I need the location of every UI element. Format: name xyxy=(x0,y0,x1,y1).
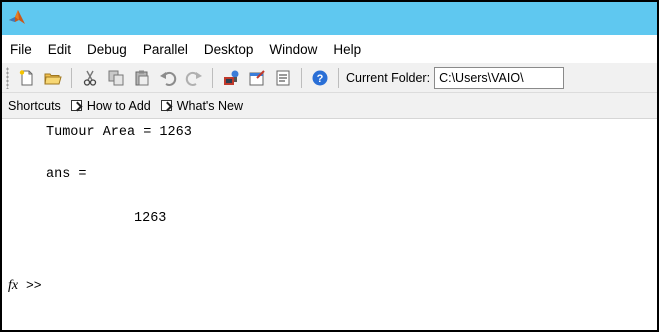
guide-icon xyxy=(249,69,265,85)
guide-button[interactable] xyxy=(246,67,268,89)
title-bar[interactable] xyxy=(2,2,657,35)
menu-file[interactable]: File xyxy=(6,42,40,57)
menu-desktop[interactable]: Desktop xyxy=(196,42,262,57)
redo-button[interactable] xyxy=(183,67,205,89)
menu-bar: File Edit Debug Parallel Desktop Window … xyxy=(2,35,657,63)
shortcuts-label: Shortcuts xyxy=(8,98,61,113)
cut-button[interactable] xyxy=(79,67,101,89)
toolbar-separator xyxy=(212,67,213,88)
help-button[interactable]: ? xyxy=(309,67,331,89)
simulink-icon xyxy=(224,70,239,85)
menu-help[interactable]: Help xyxy=(325,42,369,57)
toolbar-separator xyxy=(338,67,339,88)
copy-icon xyxy=(108,70,124,85)
console-output-value: 1263 xyxy=(134,211,167,226)
undo-icon xyxy=(160,71,177,86)
shortcuts-bar: Shortcuts How to Add What's New xyxy=(2,93,657,119)
menu-debug[interactable]: Debug xyxy=(79,42,135,57)
current-folder-field[interactable]: C:\Users\VAIO\ xyxy=(434,66,565,89)
whats-new-link[interactable]: What's New xyxy=(160,98,244,113)
profiler-button[interactable] xyxy=(272,67,294,89)
toolbar-separator xyxy=(301,67,302,88)
undo-button[interactable] xyxy=(157,67,179,89)
console-output-line: ans = xyxy=(46,167,87,182)
command-window[interactable]: Tumour Area = 1263 ans = 1263 fx >> xyxy=(2,119,657,330)
menu-window[interactable]: Window xyxy=(261,42,325,57)
scissors-icon xyxy=(83,70,97,86)
redo-icon xyxy=(185,71,202,86)
how-to-add-label: How to Add xyxy=(86,98,151,113)
console-output-line: Tumour Area = 1263 xyxy=(46,125,192,140)
new-file-button[interactable] xyxy=(16,67,38,89)
shortcut-link-icon xyxy=(160,100,172,111)
shortcut-link-icon xyxy=(70,100,82,111)
function-browser-icon[interactable]: fx xyxy=(8,278,18,294)
command-prompt[interactable]: >> xyxy=(26,278,42,293)
menu-edit[interactable]: Edit xyxy=(40,42,79,57)
svg-text:?: ? xyxy=(317,73,324,85)
help-icon: ? xyxy=(312,70,328,85)
toolbar: ? Current Folder: C:\Users\VAIO\ xyxy=(2,63,657,93)
toolbar-grip[interactable] xyxy=(6,66,9,89)
paste-button[interactable] xyxy=(131,67,153,89)
copy-button[interactable] xyxy=(105,67,127,89)
toolbar-separator xyxy=(71,67,72,88)
open-folder-icon xyxy=(44,73,62,84)
current-folder-label: Current Folder: xyxy=(346,70,431,85)
whats-new-label: What's New xyxy=(176,98,244,113)
profiler-icon xyxy=(276,70,290,85)
new-file-icon xyxy=(19,69,33,85)
how-to-add-link[interactable]: How to Add xyxy=(70,98,151,113)
menu-parallel[interactable]: Parallel xyxy=(135,42,196,57)
matlab-logo-icon xyxy=(9,10,25,24)
simulink-button[interactable] xyxy=(220,67,242,89)
matlab-window: File Edit Debug Parallel Desktop Window … xyxy=(0,0,659,332)
open-folder-button[interactable] xyxy=(42,67,64,89)
paste-icon xyxy=(135,70,149,85)
